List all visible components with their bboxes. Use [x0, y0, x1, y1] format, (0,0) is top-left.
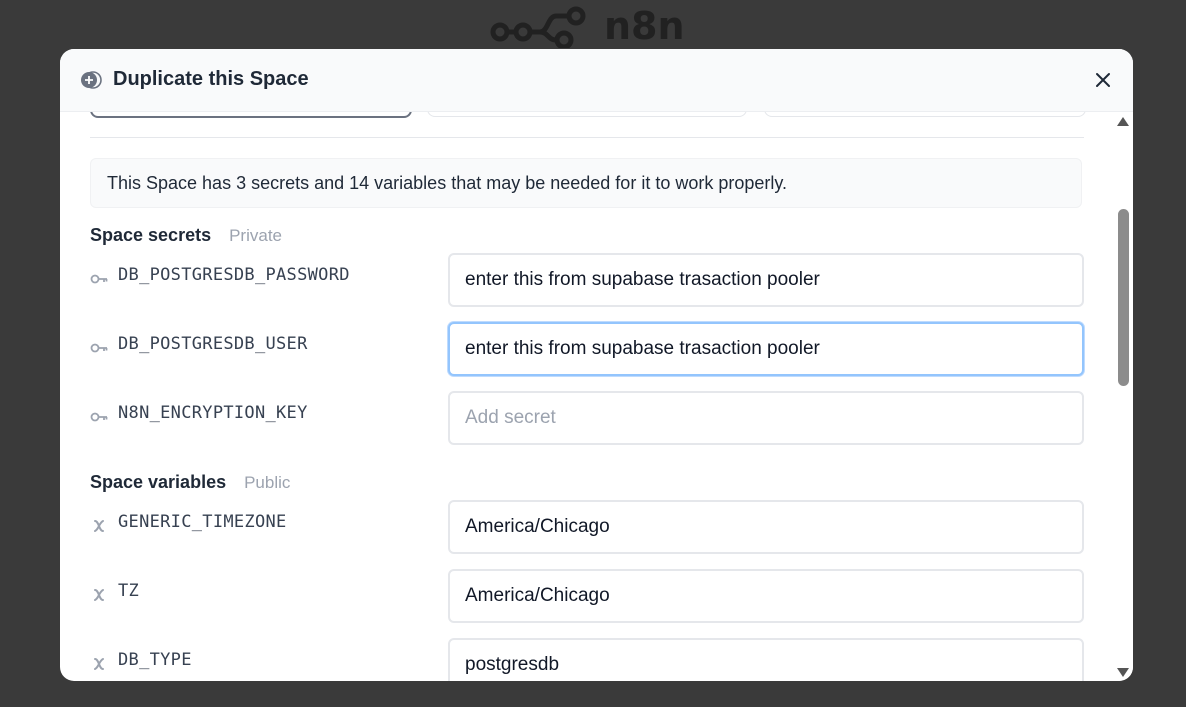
variable-row: DB_TYPE: [90, 638, 1084, 681]
secret-row: DB_POSTGRESDB_USER: [90, 322, 1084, 376]
variable-input[interactable]: [448, 638, 1084, 681]
variable-icon: [94, 658, 104, 670]
info-notice: This Space has 3 secrets and 14 variable…: [90, 158, 1082, 208]
variable-input[interactable]: [448, 500, 1084, 554]
secret-name: DB_POSTGRESDB_USER: [118, 334, 308, 354]
close-icon[interactable]: [1093, 70, 1113, 90]
variable-name: DB_TYPE: [118, 650, 192, 670]
variable-icon: [94, 589, 104, 601]
variables-section-title: Space variables Public: [90, 472, 290, 493]
scrollbar-thumb[interactable]: [1118, 209, 1129, 386]
secret-name: DB_POSTGRESDB_PASSWORD: [118, 265, 350, 285]
key-icon: [90, 412, 108, 422]
scroll-down-arrow[interactable]: [1117, 668, 1129, 677]
key-icon: [90, 274, 108, 284]
variable-row: TZ: [90, 569, 1084, 623]
variable-name: GENERIC_TIMEZONE: [118, 512, 287, 532]
secret-row: DB_POSTGRESDB_PASSWORD: [90, 253, 1084, 307]
logo-wordmark: n8n: [604, 4, 685, 48]
hardware-option[interactable]: [764, 112, 1086, 117]
info-text: This Space has 3 secrets and 14 variable…: [107, 172, 788, 193]
secret-name: N8N_ENCRYPTION_KEY: [118, 403, 308, 423]
n8n-logo: n8n: [490, 4, 685, 48]
variable-name: TZ: [118, 581, 140, 601]
hardware-option-selected[interactable]: [90, 112, 412, 118]
variable-icon: [94, 520, 104, 532]
public-tag: Public: [244, 473, 291, 492]
variable-row: GENERIC_TIMEZONE: [90, 500, 1084, 554]
hardware-options: [90, 112, 1086, 118]
duplicate-space-modal: Duplicate this Space This Space has 3 se…: [60, 49, 1133, 681]
scrollbar-track[interactable]: [1113, 112, 1133, 681]
scroll-up-arrow[interactable]: [1117, 117, 1129, 126]
section-title-label: Space secrets: [90, 225, 212, 245]
secrets-section-title: Space secrets Private: [90, 225, 282, 246]
private-tag: Private: [229, 226, 283, 245]
n8n-logo-icon: [490, 6, 586, 48]
secret-input[interactable]: [448, 322, 1084, 376]
modal-body: This Space has 3 secrets and 14 variable…: [60, 112, 1133, 681]
modal-header: Duplicate this Space: [60, 49, 1133, 112]
key-icon: [90, 343, 108, 353]
variable-input[interactable]: [448, 569, 1084, 623]
section-title-label: Space variables: [90, 472, 227, 492]
divider: [90, 137, 1084, 138]
secret-row: N8N_ENCRYPTION_KEY: [90, 391, 1084, 445]
duplicate-icon: [81, 71, 102, 89]
hardware-option[interactable]: [427, 112, 747, 117]
modal-title: Duplicate this Space: [113, 68, 309, 90]
secret-input[interactable]: [448, 391, 1084, 445]
secret-input[interactable]: [448, 253, 1084, 307]
